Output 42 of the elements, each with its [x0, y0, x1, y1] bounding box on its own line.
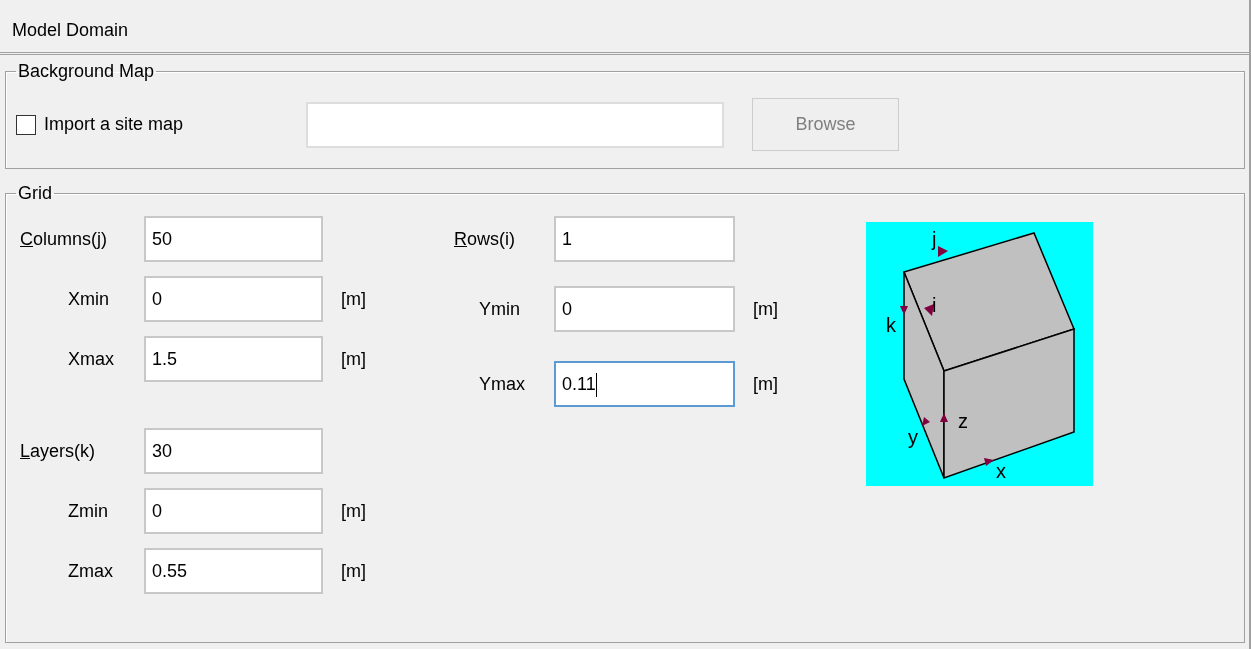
field-label: Ymin [478, 298, 521, 320]
axis-label: k [886, 314, 896, 336]
axis-label: x [996, 460, 1006, 482]
number-field[interactable]: 0.11 [554, 361, 735, 407]
field-label: Zmin [67, 500, 109, 522]
group-title: Grid [17, 183, 53, 204]
number-field[interactable]: 0.55 [144, 548, 323, 594]
field-label: Xmin [67, 288, 110, 310]
arrowhead-icon [984, 458, 994, 466]
field-label: Columns(j) [20, 228, 108, 250]
arrowhead-icon [922, 417, 930, 426]
field-label: Layers(k) [20, 440, 97, 462]
arrowhead-icon [938, 246, 948, 257]
unit-label: [m] [753, 298, 778, 320]
number-field[interactable]: 0 [144, 276, 323, 322]
file-path-field[interactable] [306, 101, 724, 148]
number-field[interactable]: 0 [554, 286, 735, 332]
arrowhead-icon [924, 304, 934, 316]
number-field[interactable]: 50 [144, 216, 323, 262]
checkbox[interactable] [16, 114, 36, 135]
axis-label: i [932, 294, 937, 316]
axis-label: y [908, 426, 918, 448]
number-field[interactable]: 30 [144, 428, 323, 474]
field-label: Zmax [67, 560, 114, 582]
unit-label: [m] [341, 348, 366, 370]
axis-label: j [932, 228, 937, 250]
group-title: Background Map [17, 61, 156, 82]
number-field[interactable]: 1 [554, 216, 735, 262]
unit-label: [m] [341, 560, 366, 582]
axis-label: z [958, 410, 968, 432]
field-label: Rows(i) [454, 228, 516, 250]
field-label: Ymax [478, 373, 526, 395]
number-field[interactable]: 1.5 [144, 336, 323, 382]
checkbox-label: Import a site map [44, 114, 184, 135]
arrowhead-icon [900, 306, 908, 315]
number-field[interactable]: 0 [144, 488, 323, 534]
unit-label: [m] [753, 373, 778, 395]
unit-label: [m] [341, 288, 366, 310]
arrowhead-icon [940, 413, 948, 422]
unit-label: [m] [341, 500, 366, 522]
panel-title: Model Domain [12, 19, 129, 41]
field-label: Xmax [67, 348, 115, 370]
